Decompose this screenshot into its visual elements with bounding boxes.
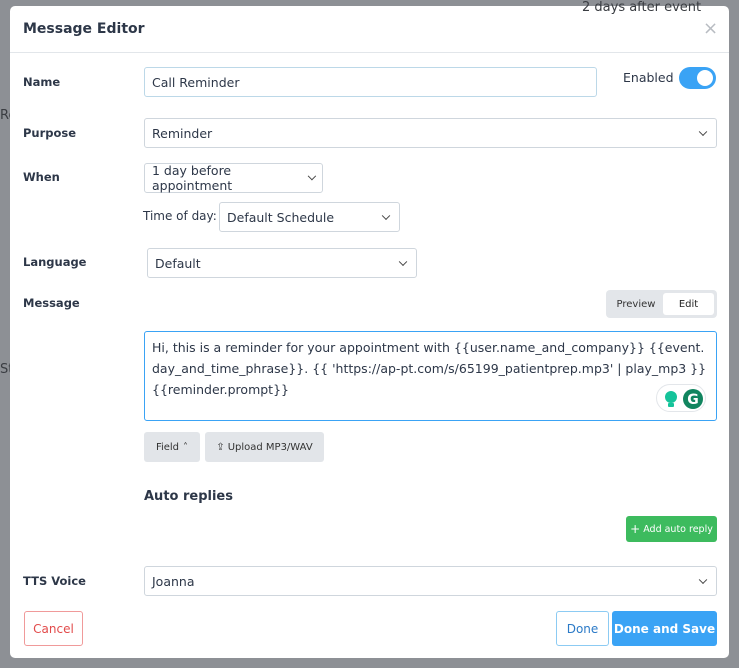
message-editor-modal: Message Editor × Name Call Reminder Enab… <box>10 6 729 658</box>
close-icon[interactable]: × <box>703 18 718 39</box>
chevron-down-icon <box>308 171 317 181</box>
svg-text:G: G <box>687 392 699 408</box>
message-label: Message <box>23 296 80 310</box>
background-text: 2 days after event <box>582 0 702 15</box>
modal-title: Message Editor <box>23 21 145 37</box>
done-and-save-button[interactable]: Done and Save <box>612 611 717 646</box>
plus-icon: + <box>630 522 641 536</box>
name-label: Name <box>23 75 61 89</box>
when-label: When <box>23 170 60 184</box>
enabled-label: Enabled <box>623 70 674 85</box>
cancel-button[interactable]: Cancel <box>24 611 83 646</box>
tab-preview[interactable]: Preview <box>610 293 662 315</box>
tts-voice-select[interactable]: Joanna <box>144 566 717 596</box>
chevron-down-icon <box>381 211 391 221</box>
divider <box>10 52 729 53</box>
tab-edit[interactable]: Edit <box>663 293 714 315</box>
when-select[interactable]: 1 day before appointment <box>144 163 323 193</box>
language-label: Language <box>23 255 87 269</box>
message-textarea[interactable]: Hi, this is a reminder for your appointm… <box>144 331 717 421</box>
enabled-toggle[interactable] <box>679 67 716 89</box>
grammarly-icon: G <box>665 389 703 409</box>
auto-replies-heading: Auto replies <box>144 489 233 504</box>
chevron-down-icon <box>698 575 708 585</box>
done-button[interactable]: Done <box>556 611 609 646</box>
time-of-day-label: Time of day: <box>143 209 217 223</box>
language-select[interactable]: Default <box>147 248 417 278</box>
tts-voice-label: TTS Voice <box>23 574 86 588</box>
purpose-label: Purpose <box>23 126 77 140</box>
chevron-down-icon <box>698 127 708 137</box>
purpose-select[interactable]: Reminder <box>144 118 717 148</box>
chevron-down-icon <box>398 257 408 267</box>
preview-edit-toggle: Preview Edit <box>606 290 717 318</box>
upload-button[interactable]: ⇪ Upload MP3/WAV <box>205 432 324 462</box>
name-input[interactable]: Call Reminder <box>144 67 597 97</box>
add-auto-reply-button[interactable]: + Add auto reply <box>626 516 717 542</box>
chevron-up-icon: ˄ <box>183 441 189 453</box>
name-value: Call Reminder <box>152 74 240 90</box>
grammarly-widget[interactable]: G <box>656 384 706 412</box>
time-of-day-select[interactable]: Default Schedule <box>219 202 400 232</box>
field-button[interactable]: Field ˄ <box>144 432 200 462</box>
upload-icon: ⇪ <box>216 441 225 453</box>
